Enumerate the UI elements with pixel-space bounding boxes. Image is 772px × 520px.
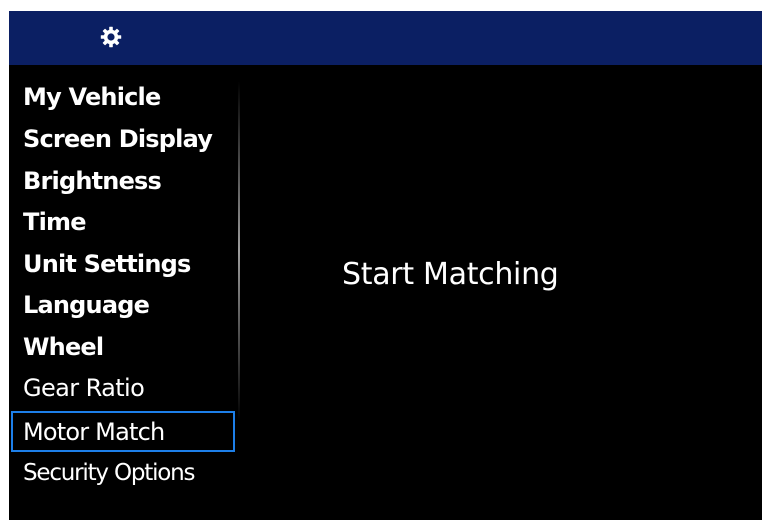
gear-icon[interactable] (100, 26, 122, 48)
menu-item-language[interactable]: Language (11, 287, 235, 323)
menu-item-motor-match[interactable]: Motor Match (11, 411, 235, 452)
motor-match-panel: Start Matching (241, 65, 762, 520)
menu-item-unit-settings[interactable]: Unit Settings (11, 246, 235, 282)
menu-divider (238, 81, 240, 421)
header-bar (9, 11, 762, 65)
menu-item-brightness[interactable]: Brightness (11, 163, 235, 199)
menu-item-time[interactable]: Time (11, 204, 235, 240)
menu-item-screen-display[interactable]: Screen Display (11, 121, 235, 157)
settings-screen: My Vehicle Screen Display Brightness Tim… (9, 11, 762, 520)
gear-icon-graphic (100, 26, 122, 48)
settings-menu: My Vehicle Screen Display Brightness Tim… (9, 65, 241, 520)
start-matching-button[interactable]: Start Matching (342, 257, 559, 292)
menu-item-my-vehicle[interactable]: My Vehicle (11, 79, 235, 115)
menu-item-security-options[interactable]: Security Options (11, 455, 235, 491)
menu-item-gear-ratio[interactable]: Gear Ratio (11, 370, 235, 406)
menu-item-wheel[interactable]: Wheel (11, 329, 235, 365)
